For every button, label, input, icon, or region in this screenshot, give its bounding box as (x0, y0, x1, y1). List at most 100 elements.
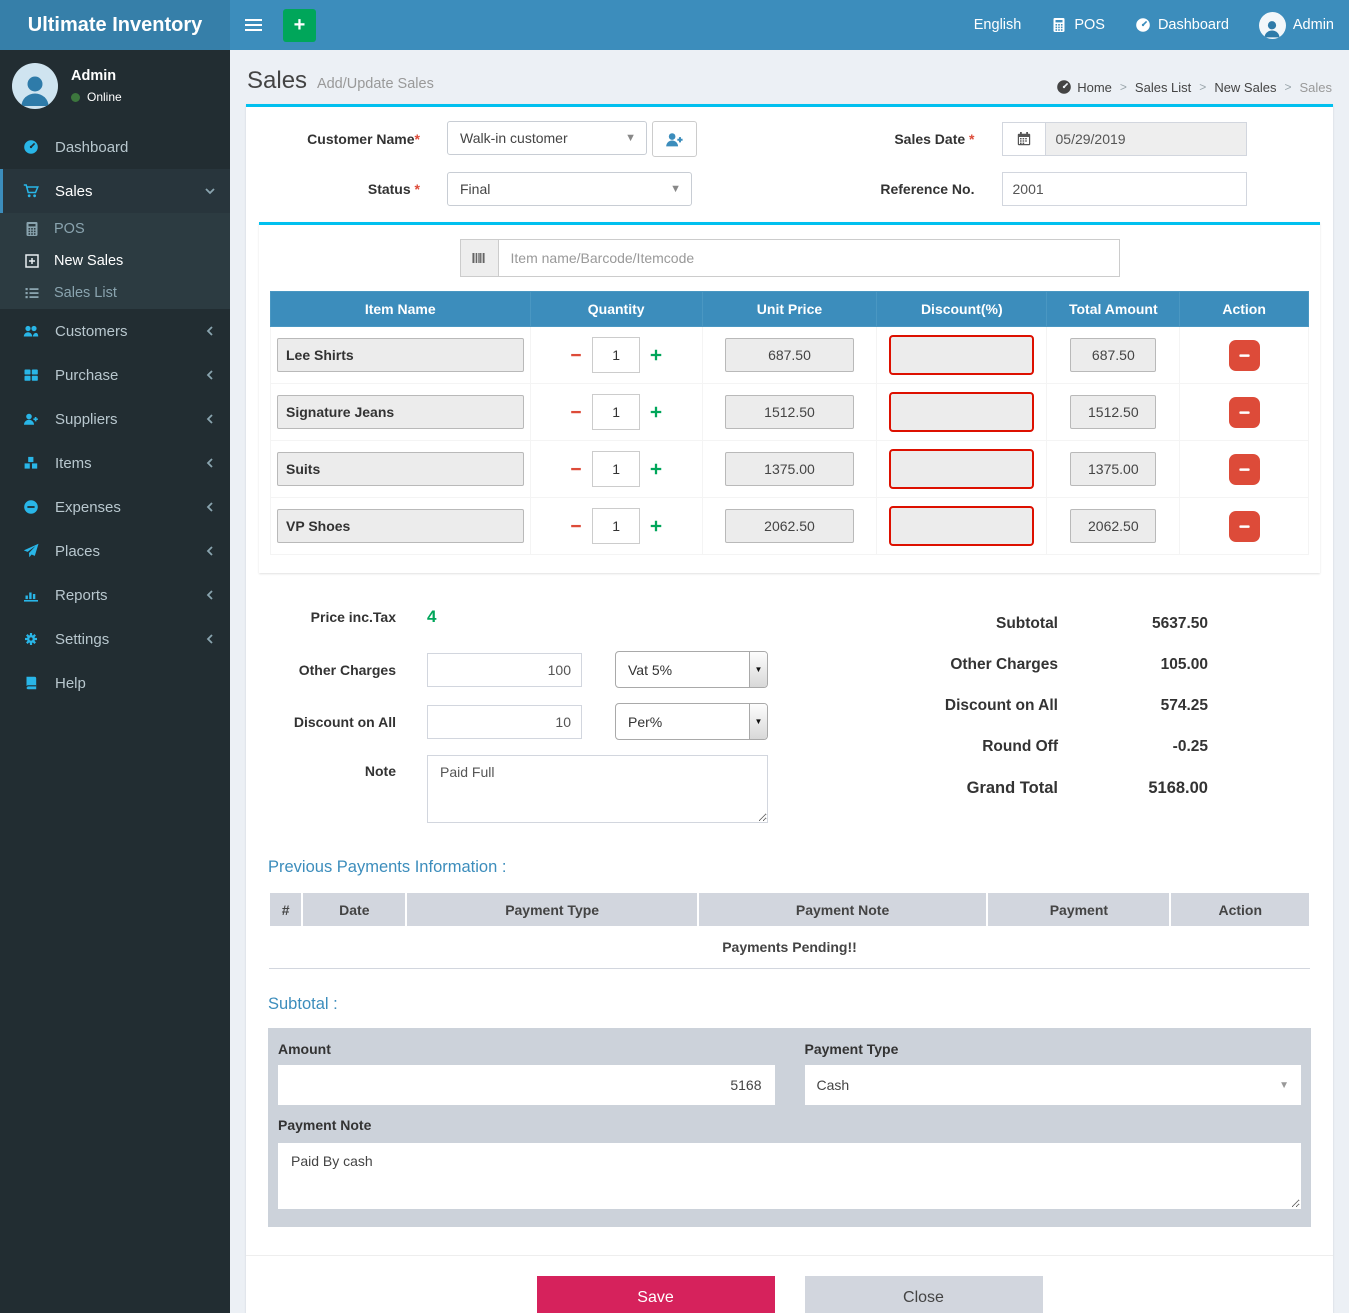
sidebar-item-items[interactable]: Items (0, 441, 230, 485)
quantity-input[interactable] (592, 394, 640, 430)
quick-add-button[interactable]: + (283, 9, 316, 42)
payment-note-label: Payment Note (278, 1117, 1301, 1133)
other-charges-input[interactable] (427, 653, 582, 687)
total-amount-field (1070, 509, 1156, 543)
quantity-input[interactable] (592, 508, 640, 544)
remove-item-button[interactable] (1229, 340, 1260, 371)
sidebar-item-settings[interactable]: Settings (0, 617, 230, 661)
payment-note-textarea[interactable]: Paid By cash (278, 1143, 1301, 1209)
remove-item-button[interactable] (1229, 511, 1260, 542)
calculator-icon (24, 221, 46, 237)
users-icon (23, 323, 47, 339)
nav-pos-link[interactable]: POS (1036, 0, 1120, 50)
unit-price-field (725, 338, 854, 372)
table-row (271, 384, 1309, 441)
navbar: + English POS Dashboard Adm (230, 0, 1349, 50)
sidebar: Admin Online Dashboard Sales POS (0, 50, 230, 1313)
other-charges-label: Other Charges (276, 662, 396, 678)
increase-qty-button[interactable] (649, 462, 663, 476)
discount-input[interactable] (889, 392, 1034, 432)
sidebar-item-sales-list[interactable]: Sales List (0, 277, 230, 309)
save-button[interactable]: Save (537, 1276, 775, 1313)
other-charges-tax-select[interactable]: Vat 5% ▼ (615, 651, 768, 688)
sales-date-label: Sales Date * (790, 131, 975, 147)
sidebar-item-sales[interactable]: Sales (0, 169, 230, 213)
note-textarea[interactable]: Paid Full (427, 755, 768, 823)
round-off-value: -0.25 (1058, 738, 1208, 756)
nav-dashboard-link[interactable]: Dashboard (1120, 0, 1244, 50)
sidebar-item-purchase[interactable]: Purchase (0, 353, 230, 397)
subtotal-value: 5637.50 (1058, 615, 1208, 633)
sidebar-item-places[interactable]: Places (0, 529, 230, 573)
chevron-left-icon (202, 455, 215, 471)
content-area: Sales Add/Update Sales Home > Sales List… (230, 50, 1349, 1313)
add-customer-button[interactable] (652, 121, 697, 157)
hamburger-icon (245, 16, 262, 34)
item-search-input[interactable] (498, 239, 1120, 277)
item-name-field (277, 452, 524, 486)
quantity-input[interactable] (592, 451, 640, 487)
breadcrumb-current: Sales (1299, 80, 1332, 95)
discount-input[interactable] (889, 335, 1034, 375)
customer-name-select[interactable]: Walk-in customer ▼ (447, 121, 647, 155)
sidebar-item-customers[interactable]: Customers (0, 309, 230, 353)
remove-item-button[interactable] (1229, 397, 1260, 428)
discount-type-select[interactable]: Per% ▼ (615, 703, 768, 740)
payment-type-select[interactable]: Cash ▼ (805, 1065, 1302, 1105)
home-icon (1056, 79, 1072, 95)
chevron-left-icon (202, 411, 215, 427)
status-select[interactable]: Final ▼ (447, 172, 692, 206)
decrease-qty-button[interactable] (569, 462, 583, 476)
discount-input[interactable] (889, 449, 1034, 489)
chevron-down-icon (202, 183, 215, 199)
language-menu[interactable]: English (959, 0, 1037, 50)
sidebar-item-suppliers[interactable]: Suppliers (0, 397, 230, 441)
decrease-qty-button[interactable] (569, 519, 583, 533)
table-row (271, 327, 1309, 384)
decrease-qty-button[interactable] (569, 348, 583, 362)
close-button[interactable]: Close (805, 1276, 1043, 1313)
page-subtitle: Add/Update Sales (317, 76, 434, 92)
top-navbar: Ultimate Inventory + English POS Dashboa… (0, 0, 1349, 50)
breadcrumb-new-sales[interactable]: New Sales (1214, 80, 1276, 95)
discount-on-all-input[interactable] (427, 705, 582, 739)
quantity-input[interactable] (592, 337, 640, 373)
calculator-icon (1051, 17, 1067, 33)
sidebar-item-reports[interactable]: Reports (0, 573, 230, 617)
sidebar-item-pos[interactable]: POS (0, 213, 230, 245)
user-menu[interactable]: Admin (1244, 0, 1349, 50)
amount-input[interactable] (278, 1065, 775, 1105)
breadcrumb-sales-list[interactable]: Sales List (1135, 80, 1191, 95)
sidebar-item-dashboard[interactable]: Dashboard (0, 125, 230, 169)
discount-on-all-label: Discount on All (276, 714, 396, 730)
price-inc-tax-value: 4 (427, 607, 436, 627)
sidebar-item-expenses[interactable]: Expenses (0, 485, 230, 529)
increase-qty-button[interactable] (649, 405, 663, 419)
items-table: Item Name Quantity Unit Price Discount(%… (270, 291, 1309, 555)
items-box: Item Name Quantity Unit Price Discount(%… (259, 222, 1320, 573)
sidebar-item-help[interactable]: Help (0, 661, 230, 705)
discount-input[interactable] (889, 506, 1034, 546)
status-label: Status * (270, 181, 420, 197)
cart-icon (23, 183, 47, 199)
previous-payments-heading: Previous Payments Information : (268, 858, 1311, 877)
note-label: Note (276, 755, 396, 779)
chevron-down-icon: ▼ (749, 704, 767, 739)
decrease-qty-button[interactable] (569, 405, 583, 419)
increase-qty-button[interactable] (649, 348, 663, 362)
sidebar-item-new-sales[interactable]: New Sales (0, 245, 230, 277)
unit-price-field (725, 395, 854, 429)
sales-date-input[interactable] (1045, 122, 1247, 156)
calendar-icon[interactable] (1002, 122, 1045, 156)
reference-no-input[interactable] (1002, 172, 1247, 206)
sidebar-toggle-button[interactable] (230, 0, 277, 50)
item-name-field (277, 509, 524, 543)
total-amount-field (1070, 338, 1156, 372)
increase-qty-button[interactable] (649, 519, 663, 533)
user-avatar (1259, 12, 1286, 39)
remove-item-button[interactable] (1229, 454, 1260, 485)
sales-submenu: POS New Sales Sales List (0, 213, 230, 309)
app-logo[interactable]: Ultimate Inventory (0, 0, 230, 50)
table-row (271, 441, 1309, 498)
breadcrumb-home[interactable]: Home (1056, 79, 1112, 95)
